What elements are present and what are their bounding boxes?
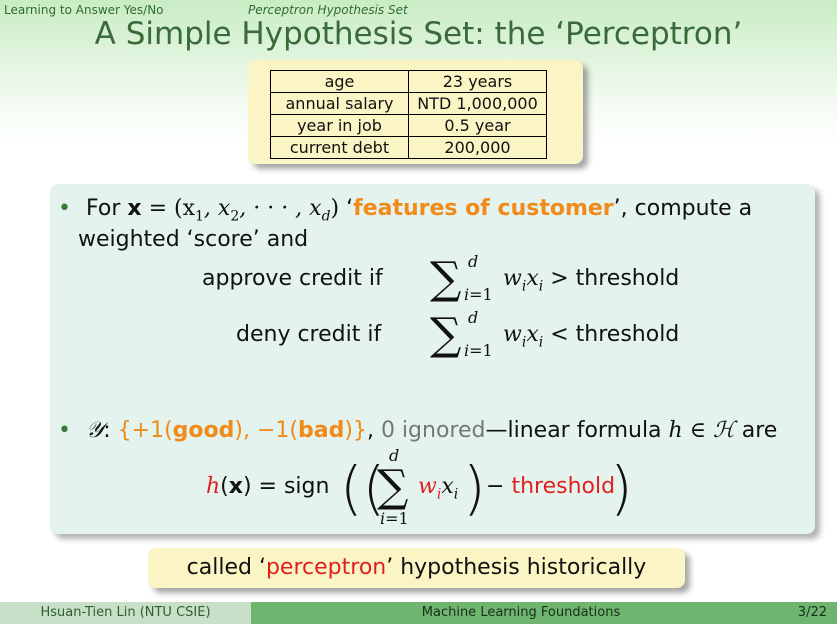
sum-upper: d: [468, 252, 479, 271]
formula-rhs: − threshold: [486, 474, 616, 499]
page-number: 3/22: [797, 605, 827, 620]
subsection-name: Perceptron Hypothesis Set: [248, 3, 408, 17]
footer-course: Machine Learning Foundations: [421, 605, 621, 620]
deny-expression: wixi < threshold: [503, 322, 680, 351]
bullet-1-line-1: • For x = (x1, x2, · · · , xd) ‘features…: [58, 196, 753, 225]
table-row: annual salary NTD 1,000,000: [270, 92, 547, 115]
table-cell-key: year in job: [270, 114, 409, 137]
bullet-2-line: • 𝒴: {+1(good), −1(bad)}, 0 ignored—line…: [58, 418, 778, 443]
content-box: • For x = (x1, x2, · · · , xd) ‘features…: [50, 184, 815, 534]
callout-box: called ‘perceptron’ hypothesis historica…: [148, 548, 685, 588]
bullet-dot: •: [58, 196, 71, 221]
customer-info-box: age 23 years annual salary NTD 1,000,000…: [248, 60, 583, 164]
paren-close-outer: ): [610, 454, 633, 522]
sum-symbol: ∑: [430, 253, 462, 304]
table-cell-key: current debt: [270, 136, 409, 159]
footer-right: Machine Learning Foundations 3/22: [251, 602, 837, 624]
threshold-label: threshold: [511, 474, 616, 499]
table-cell-key: annual salary: [270, 92, 409, 115]
section-name: Learning to Answer Yes/No: [4, 3, 164, 17]
sum-lower: i=1: [464, 285, 493, 304]
deny-label: deny credit if: [236, 322, 382, 347]
table-row: year in job 0.5 year: [270, 114, 547, 137]
bullet-dot: •: [58, 418, 71, 443]
sum-symbol: ∑: [430, 309, 462, 360]
paren-close: ): [463, 454, 486, 522]
table-cell-value: NTD 1,000,000: [408, 92, 547, 115]
formula-wx: wixi: [418, 474, 459, 503]
good-label: good: [172, 418, 235, 443]
sum-symbol: ∑: [377, 461, 409, 512]
table-row: age 23 years: [270, 70, 547, 93]
table-row: current debt 200,000: [270, 136, 547, 159]
table-cell-value: 23 years: [408, 70, 547, 93]
table-cell-key: age: [270, 70, 409, 93]
sum-upper: d: [468, 308, 479, 327]
bullet-1-line-2: weighted ‘score’ and: [78, 227, 309, 252]
approve-label: approve credit if: [202, 266, 383, 291]
ignored-label: 0 ignored: [380, 418, 486, 443]
sum-lower: i=1: [380, 509, 409, 528]
slide-title: A Simple Hypothesis Set: the ‘Perceptron…: [94, 16, 743, 52]
approve-expression: wixi > threshold: [503, 266, 680, 295]
footer-bar: Hsuan-Tien Lin (NTU CSIE) Machine Learni…: [0, 602, 837, 624]
customer-table: age 23 years annual salary NTD 1,000,000…: [270, 70, 547, 159]
table-cell-value: 0.5 year: [408, 114, 547, 137]
perceptron-highlight: perceptron: [265, 555, 387, 580]
bad-label: bad: [298, 418, 345, 443]
sum-lower: i=1: [464, 341, 493, 360]
features-highlight: features of customer: [353, 196, 614, 221]
sum-upper: d: [389, 446, 400, 465]
footer-author: Hsuan-Tien Lin (NTU CSIE): [0, 602, 251, 624]
table-cell-value: 200,000: [408, 136, 547, 159]
formula-lhs: h(x) = sign: [206, 474, 330, 499]
